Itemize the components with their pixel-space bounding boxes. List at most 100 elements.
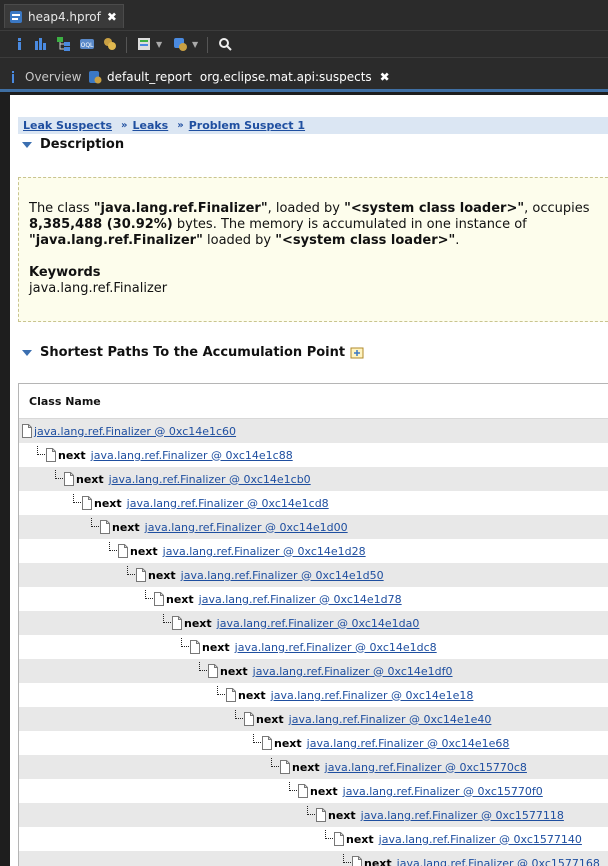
object-file-icon — [100, 520, 110, 534]
object-link[interactable]: java.lang.ref.Finalizer @ 0xc15770f0 — [343, 785, 543, 798]
oql-icon[interactable]: OQL — [79, 36, 95, 52]
breadcrumb-problem-suspect-1[interactable]: Problem Suspect 1 — [189, 119, 305, 132]
object-link[interactable]: java.lang.ref.Finalizer @ 0xc14e1cb0 — [109, 473, 311, 486]
field-name: next — [76, 472, 104, 486]
object-link[interactable]: java.lang.ref.Finalizer @ 0xc1577168 — [397, 857, 600, 866]
tree-connector — [325, 830, 333, 839]
tree-connector — [91, 518, 99, 527]
object-link[interactable]: java.lang.ref.Finalizer @ 0xc15770c8 — [325, 761, 527, 774]
table-row[interactable]: next java.lang.ref.Finalizer @ 0xc14e1d00 — [19, 515, 608, 539]
object-link[interactable]: java.lang.ref.Finalizer @ 0xc14e1e68 — [307, 737, 510, 750]
field-name: next — [292, 760, 320, 774]
object-link[interactable]: java.lang.ref.Finalizer @ 0xc14e1d78 — [199, 593, 402, 606]
row-cell: next java.lang.ref.Finalizer @ 0xc14e1d78 — [154, 587, 402, 611]
tree-connector — [109, 542, 117, 551]
breadcrumb-leaks[interactable]: Leaks — [132, 119, 168, 132]
row-cell: next java.lang.ref.Finalizer @ 0xc14e1e18 — [226, 683, 473, 707]
table-row[interactable]: java.lang.ref.Finalizer @ 0xc14e1c60 — [19, 419, 608, 443]
object-file-icon — [298, 784, 308, 798]
object-link[interactable]: java.lang.ref.Finalizer @ 0xc1577140 — [379, 833, 582, 846]
object-link[interactable]: java.lang.ref.Finalizer @ 0xc14e1c88 — [91, 449, 293, 462]
paths-heading: Shortest Paths To the Accumulation Point — [40, 345, 346, 360]
object-link[interactable]: java.lang.ref.Finalizer @ 0xc14e1d50 — [181, 569, 384, 582]
tab-default-report[interactable]: default_report org.eclipse.mat.api:suspe… — [88, 66, 390, 88]
heap-dump-icon[interactable] — [172, 36, 188, 52]
table-row[interactable]: next java.lang.ref.Finalizer @ 0xc14e1c88 — [19, 443, 608, 467]
description-section-toggle[interactable]: Description — [22, 137, 124, 152]
chevron-down-icon[interactable]: ▼ — [156, 40, 162, 49]
toolbar-separator — [207, 37, 208, 53]
field-name: next — [364, 856, 392, 866]
table-row[interactable]: next java.lang.ref.Finalizer @ 0xc1577118 — [19, 803, 608, 827]
object-file-icon — [334, 832, 344, 846]
row-cell: next java.lang.ref.Finalizer @ 0xc14e1cb0 — [64, 467, 311, 491]
object-link[interactable]: java.lang.ref.Finalizer @ 0xc14e1df0 — [253, 665, 453, 678]
search-icon[interactable] — [217, 36, 233, 52]
table-row[interactable]: next java.lang.ref.Finalizer @ 0xc14e1d78 — [19, 587, 608, 611]
table-row[interactable]: next java.lang.ref.Finalizer @ 0xc14e1e18 — [19, 683, 608, 707]
object-link[interactable]: java.lang.ref.Finalizer @ 0xc14e1dc8 — [235, 641, 437, 654]
row-cell: next java.lang.ref.Finalizer @ 0xc14e1e40 — [244, 707, 491, 731]
tab-overview[interactable]: Overview — [6, 66, 82, 88]
table-row[interactable]: next java.lang.ref.Finalizer @ 0xc14e1da0 — [19, 611, 608, 635]
object-link[interactable]: java.lang.ref.Finalizer @ 0xc14e1d28 — [163, 545, 366, 558]
table-row[interactable]: next java.lang.ref.Finalizer @ 0xc14e1d50 — [19, 563, 608, 587]
table-row[interactable]: next java.lang.ref.Finalizer @ 0xc14e1cd8 — [19, 491, 608, 515]
table-row[interactable]: next java.lang.ref.Finalizer @ 0xc14e1df0 — [19, 659, 608, 683]
table-row[interactable]: next java.lang.ref.Finalizer @ 0xc14e1cb0 — [19, 467, 608, 491]
field-name: next — [58, 448, 86, 462]
object-file-icon — [316, 808, 326, 822]
object-link[interactable]: java.lang.ref.Finalizer @ 0xc14e1cd8 — [127, 497, 329, 510]
expand-triangle-icon — [22, 141, 32, 148]
editor-tab-strip: heap4.hprof ✖ — [0, 0, 608, 31]
tree-connector — [163, 614, 171, 623]
hprof-file-icon — [10, 10, 22, 23]
query-browser-icon[interactable] — [136, 36, 152, 52]
thread-overview-icon[interactable] — [102, 36, 118, 52]
object-file-icon — [172, 616, 182, 630]
table-row[interactable]: next java.lang.ref.Finalizer @ 0xc14e1d28 — [19, 539, 608, 563]
report-icon — [89, 71, 102, 84]
object-link[interactable]: java.lang.ref.Finalizer @ 0xc14e1da0 — [217, 617, 420, 630]
close-icon[interactable]: ✖ — [380, 70, 390, 84]
pin-icon[interactable] — [350, 346, 365, 360]
table-row[interactable]: next java.lang.ref.Finalizer @ 0xc14e1e40 — [19, 707, 608, 731]
column-header-class-name[interactable]: Class Name — [19, 384, 608, 419]
close-icon[interactable]: ✖ — [107, 10, 117, 24]
field-name: next — [148, 568, 176, 582]
tree-connector — [73, 494, 81, 503]
breadcrumb-leak-suspects[interactable]: Leak Suspects — [23, 119, 112, 132]
object-file-icon — [280, 760, 290, 774]
object-link[interactable]: java.lang.ref.Finalizer @ 0xc14e1e40 — [289, 713, 492, 726]
object-link[interactable]: java.lang.ref.Finalizer @ 0xc1577118 — [361, 809, 564, 822]
tree-connector — [199, 662, 207, 671]
dominator-tree-icon[interactable] — [56, 36, 72, 52]
table-row[interactable]: next java.lang.ref.Finalizer @ 0xc14e1e68 — [19, 731, 608, 755]
tree-connector — [55, 470, 63, 479]
editor-tab-heap4[interactable]: heap4.hprof ✖ — [4, 4, 124, 28]
table-row[interactable]: next java.lang.ref.Finalizer @ 0xc1577140 — [19, 827, 608, 851]
object-file-icon — [352, 856, 362, 866]
object-link[interactable]: java.lang.ref.Finalizer @ 0xc14e1c60 — [34, 425, 236, 438]
object-link[interactable]: java.lang.ref.Finalizer @ 0xc14e1e18 — [271, 689, 474, 702]
table-row[interactable]: next java.lang.ref.Finalizer @ 0xc14e1dc8 — [19, 635, 608, 659]
row-cell: next java.lang.ref.Finalizer @ 0xc15770f0 — [298, 779, 543, 803]
histogram-icon[interactable] — [33, 36, 49, 52]
object-link[interactable]: java.lang.ref.Finalizer @ 0xc14e1d00 — [145, 521, 348, 534]
breadcrumb-separator: » — [121, 120, 128, 131]
toolbar-separator — [126, 37, 127, 53]
field-name: next — [238, 688, 266, 702]
object-file-icon — [82, 496, 92, 510]
description-line-2: 8,385,488 (30.92%) bytes. The memory is … — [29, 217, 527, 232]
row-cell: next java.lang.ref.Finalizer @ 0xc14e1d28 — [118, 539, 366, 563]
table-row[interactable]: next java.lang.ref.Finalizer @ 0xc15770f0 — [19, 779, 608, 803]
table-row[interactable]: next java.lang.ref.Finalizer @ 0xc15770c8 — [19, 755, 608, 779]
tree-connector — [253, 734, 261, 743]
tree-connector — [181, 638, 189, 647]
object-file-icon — [208, 664, 218, 678]
table-row[interactable]: next java.lang.ref.Finalizer @ 0xc1577168 — [19, 851, 608, 866]
paths-section-toggle[interactable]: Shortest Paths To the Accumulation Point — [22, 345, 365, 360]
chevron-down-icon[interactable]: ▼ — [192, 40, 198, 49]
info-icon[interactable] — [12, 36, 28, 52]
row-cell: next java.lang.ref.Finalizer @ 0xc14e1c88 — [46, 443, 293, 467]
